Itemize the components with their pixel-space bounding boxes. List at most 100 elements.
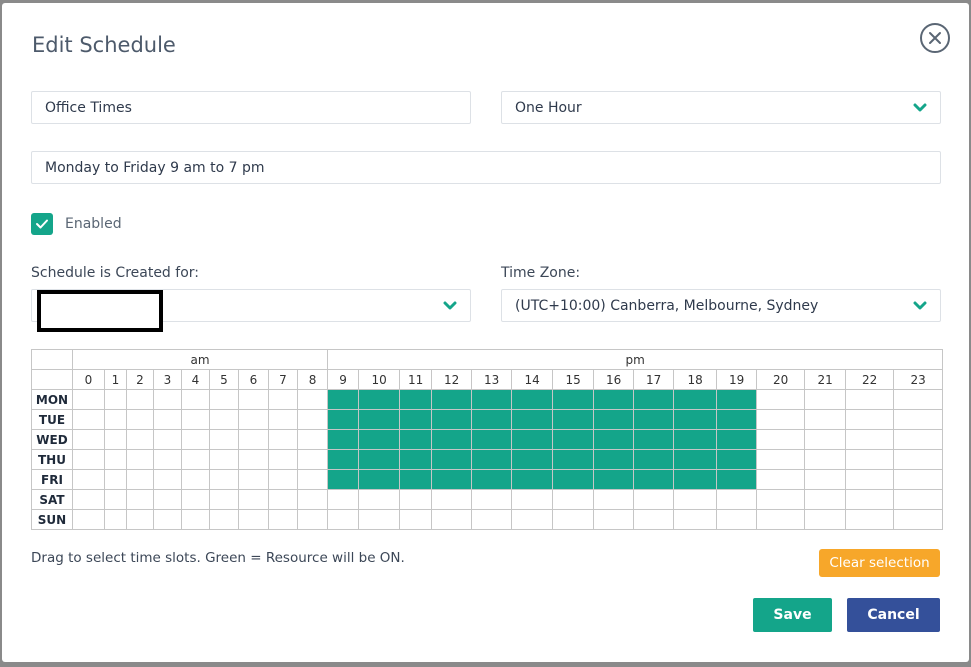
time-slot-cell[interactable]	[181, 449, 210, 470]
time-slot-cell[interactable]	[296, 509, 329, 530]
time-slot-cell[interactable]	[633, 449, 675, 470]
time-slot-cell[interactable]	[238, 429, 269, 450]
schedule-name-input[interactable]: Office Times	[31, 91, 471, 124]
time-slot-cell[interactable]	[552, 489, 595, 510]
time-slot-cell[interactable]	[72, 389, 105, 410]
time-slot-cell[interactable]	[358, 429, 401, 450]
time-slot-cell[interactable]	[431, 509, 473, 530]
time-slot-cell[interactable]	[673, 429, 718, 450]
time-slot-cell[interactable]	[716, 389, 758, 410]
time-slot-cell[interactable]	[238, 489, 269, 510]
time-slot-cell[interactable]	[893, 509, 944, 530]
time-slot-cell[interactable]	[181, 409, 210, 430]
time-slot-cell[interactable]	[238, 389, 269, 410]
time-slot-cell[interactable]	[756, 489, 806, 510]
time-slot-cell[interactable]	[552, 389, 595, 410]
time-slot-cell[interactable]	[716, 409, 758, 430]
time-slot-cell[interactable]	[399, 429, 433, 450]
interval-select[interactable]: One Hour	[501, 91, 941, 124]
time-slot-cell[interactable]	[72, 429, 105, 450]
time-slot-cell[interactable]	[756, 389, 806, 410]
time-slot-cell[interactable]	[268, 429, 298, 450]
time-slot-cell[interactable]	[72, 449, 105, 470]
time-slot-cell[interactable]	[471, 389, 513, 410]
time-slot-cell[interactable]	[633, 509, 675, 530]
schedule-grid[interactable]: am pm 0 1 2 3 4 5 6 7 8 9 10 11 12 13 14 15 16 17 18 19 20 21…	[31, 349, 944, 530]
time-slot-cell[interactable]	[593, 489, 635, 510]
time-slot-cell[interactable]	[593, 509, 635, 530]
time-slot-cell[interactable]	[673, 449, 718, 470]
time-slot-cell[interactable]	[845, 469, 895, 490]
save-button[interactable]: Save	[753, 598, 832, 632]
time-slot-cell[interactable]	[511, 469, 554, 490]
time-slot-cell[interactable]	[471, 469, 513, 490]
time-slot-cell[interactable]	[296, 429, 329, 450]
time-slot-cell[interactable]	[552, 509, 595, 530]
time-slot-cell[interactable]	[268, 509, 298, 530]
time-slot-cell[interactable]	[716, 429, 758, 450]
schedule-description-input[interactable]: Monday to Friday 9 am to 7 pm	[31, 151, 941, 184]
time-slot-cell[interactable]	[181, 429, 210, 450]
time-slot-cell[interactable]	[104, 489, 127, 510]
close-button[interactable]	[920, 23, 950, 53]
time-slot-cell[interactable]	[399, 409, 433, 430]
time-slot-cell[interactable]	[153, 449, 182, 470]
time-slot-cell[interactable]	[358, 409, 401, 430]
time-slot-cell[interactable]	[673, 409, 718, 430]
time-slot-cell[interactable]	[358, 489, 401, 510]
time-slot-cell[interactable]	[593, 469, 635, 490]
time-slot-cell[interactable]	[126, 489, 154, 510]
time-slot-cell[interactable]	[126, 409, 154, 430]
time-slot-cell[interactable]	[804, 489, 847, 510]
time-slot-cell[interactable]	[552, 449, 595, 470]
time-slot-cell[interactable]	[104, 509, 127, 530]
time-slot-cell[interactable]	[126, 389, 154, 410]
time-slot-cell[interactable]	[104, 389, 127, 410]
time-slot-cell[interactable]	[893, 429, 944, 450]
time-slot-cell[interactable]	[552, 469, 595, 490]
time-slot-cell[interactable]	[126, 449, 154, 470]
time-slot-cell[interactable]	[633, 389, 675, 410]
time-slot-cell[interactable]	[511, 389, 554, 410]
time-slot-cell[interactable]	[511, 489, 554, 510]
time-slot-cell[interactable]	[756, 429, 806, 450]
time-slot-cell[interactable]	[238, 469, 269, 490]
time-slot-cell[interactable]	[327, 489, 360, 510]
time-slot-cell[interactable]	[716, 509, 758, 530]
time-slot-cell[interactable]	[209, 469, 239, 490]
time-slot-cell[interactable]	[511, 429, 554, 450]
time-slot-cell[interactable]	[327, 409, 360, 430]
time-slot-cell[interactable]	[716, 449, 758, 470]
time-slot-cell[interactable]	[153, 409, 182, 430]
time-slot-cell[interactable]	[268, 489, 298, 510]
time-slot-cell[interactable]	[296, 449, 329, 470]
time-slot-cell[interactable]	[327, 509, 360, 530]
time-slot-cell[interactable]	[296, 469, 329, 490]
time-slot-cell[interactable]	[511, 509, 554, 530]
time-slot-cell[interactable]	[471, 449, 513, 470]
time-slot-cell[interactable]	[593, 429, 635, 450]
time-slot-cell[interactable]	[327, 469, 360, 490]
time-slot-cell[interactable]	[804, 449, 847, 470]
time-slot-cell[interactable]	[126, 509, 154, 530]
time-slot-cell[interactable]	[153, 429, 182, 450]
time-slot-cell[interactable]	[893, 489, 944, 510]
time-slot-cell[interactable]	[893, 409, 944, 430]
time-slot-cell[interactable]	[593, 389, 635, 410]
time-slot-cell[interactable]	[804, 389, 847, 410]
time-slot-cell[interactable]	[399, 469, 433, 490]
time-slot-cell[interactable]	[431, 449, 473, 470]
time-slot-cell[interactable]	[268, 449, 298, 470]
time-slot-cell[interactable]	[238, 509, 269, 530]
time-slot-cell[interactable]	[431, 409, 473, 430]
time-slot-cell[interactable]	[845, 509, 895, 530]
time-slot-cell[interactable]	[756, 469, 806, 490]
time-slot-cell[interactable]	[209, 429, 239, 450]
time-slot-cell[interactable]	[593, 449, 635, 470]
clear-selection-button[interactable]: Clear selection	[819, 549, 940, 577]
time-slot-cell[interactable]	[296, 389, 329, 410]
time-slot-cell[interactable]	[845, 489, 895, 510]
time-slot-cell[interactable]	[845, 409, 895, 430]
time-slot-cell[interactable]	[804, 429, 847, 450]
time-slot-cell[interactable]	[296, 489, 329, 510]
